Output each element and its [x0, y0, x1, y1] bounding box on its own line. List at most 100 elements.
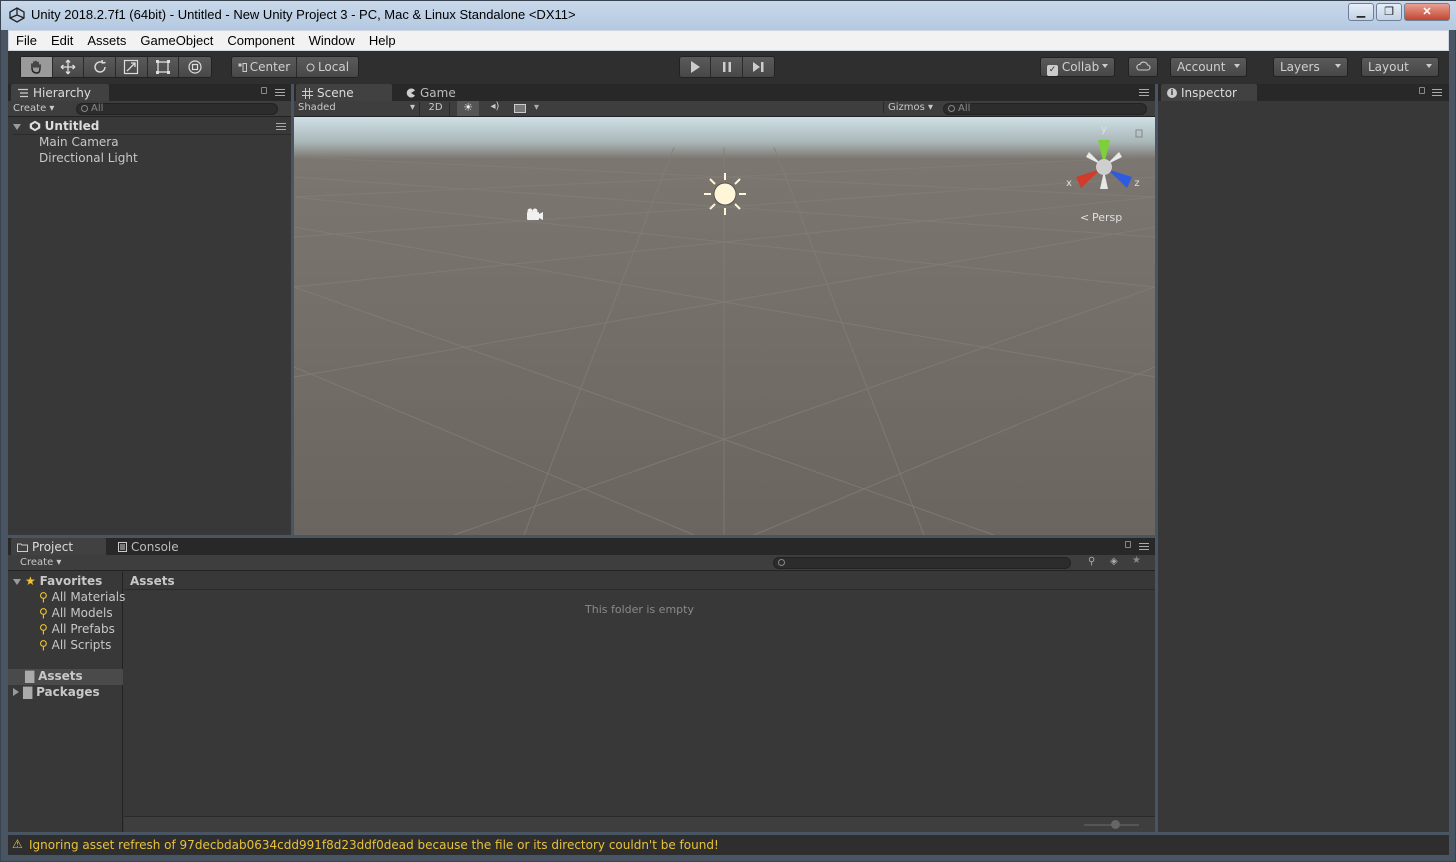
create-dropdown[interactable]: Create ▾	[13, 103, 54, 114]
cloud-button[interactable]	[1128, 57, 1158, 77]
scene-row[interactable]: Untitled	[13, 119, 291, 135]
gizmos-dropdown[interactable]: Gizmos ▾	[883, 102, 933, 113]
directional-light-gizmo-icon[interactable]	[704, 173, 746, 215]
rect-tool-button[interactable]	[148, 57, 180, 77]
scene-search-input[interactable]: All	[943, 103, 1147, 115]
tab-project[interactable]: Project	[11, 538, 106, 555]
transform-tools	[20, 56, 212, 78]
project-create-dropdown[interactable]: Create ▾	[20, 557, 61, 568]
tab-project-label: Project	[32, 540, 74, 554]
scene-viewport[interactable]: y x z < Persp	[294, 117, 1155, 535]
status-bar[interactable]: ⚠ Ignoring asset refresh of 97decbdab063…	[8, 835, 1449, 855]
account-label: Account	[1177, 60, 1226, 74]
panel-menu-icon[interactable]	[1432, 89, 1442, 96]
effects-image-icon[interactable]	[514, 104, 526, 113]
tab-game[interactable]: Game	[400, 84, 470, 101]
menu-edit[interactable]: Edit	[44, 31, 80, 50]
scene-grid-icon	[302, 87, 313, 99]
pivot-center-label: Center	[249, 60, 291, 74]
tab-scene-label: Scene	[317, 86, 354, 100]
favorite-all-prefabs[interactable]: ⚲ All Prefabs	[39, 622, 115, 636]
slider-thumb[interactable]	[1111, 820, 1120, 829]
menu-file[interactable]: File	[9, 31, 44, 50]
favorite-label: All Prefabs	[51, 622, 115, 636]
effects-dropdown-arrow-icon[interactable]: ▾	[534, 102, 539, 113]
filter-by-label-icon[interactable]: ◈	[1110, 556, 1118, 567]
collapse-arrow-icon[interactable]	[13, 688, 19, 696]
star-icon: ★	[25, 574, 36, 588]
folder-label: Packages	[36, 685, 100, 699]
favorite-all-materials[interactable]: ⚲ All Materials	[39, 590, 125, 604]
scale-tool-button[interactable]	[116, 57, 148, 77]
menu-help[interactable]: Help	[362, 31, 403, 50]
dropdown-arrow-icon	[1102, 64, 1108, 68]
favorite-all-models[interactable]: ⚲ All Models	[39, 606, 113, 620]
layout-dropdown[interactable]: Layout	[1361, 57, 1439, 77]
hierarchy-item-directional-light[interactable]: Directional Light	[39, 151, 138, 165]
filter-by-type-icon[interactable]: ⚲	[1088, 556, 1095, 567]
menu-window[interactable]: Window	[302, 31, 362, 50]
expand-arrow-icon[interactable]	[13, 124, 21, 130]
gizmos-label: Gizmos	[888, 102, 925, 113]
folder-label: Assets	[38, 669, 83, 683]
pause-button[interactable]	[711, 57, 743, 77]
close-button[interactable]: ✕	[1404, 3, 1450, 21]
favorite-star-icon[interactable]: ★	[1132, 555, 1141, 566]
hierarchy-search-input[interactable]: All	[76, 103, 278, 115]
pivot-center-icon	[238, 62, 247, 72]
collab-dropdown[interactable]: ✓ Collab	[1040, 57, 1115, 77]
lock-icon[interactable]	[261, 87, 267, 94]
menu-assets[interactable]: Assets	[80, 31, 133, 50]
lock-icon[interactable]	[1419, 87, 1425, 94]
tab-scene[interactable]: Scene	[296, 84, 392, 101]
pivot-local-button[interactable]: Local	[297, 57, 358, 77]
collab-label: Collab	[1061, 60, 1100, 74]
menu-component[interactable]: Component	[220, 31, 301, 50]
pivot-center-button[interactable]: Center	[232, 57, 297, 77]
scene-tabstrip: Scene Game	[294, 84, 1155, 101]
inspector-tabstrip: i Inspector	[1158, 84, 1449, 101]
local-space-icon	[306, 63, 315, 71]
panel-menu-icon[interactable]	[275, 89, 285, 96]
audio-toggle[interactable]: ◂)	[484, 101, 506, 116]
tab-console[interactable]: Console	[112, 538, 192, 555]
rotate-tool-button[interactable]	[84, 57, 117, 77]
hierarchy-item-main-camera[interactable]: Main Camera	[39, 135, 119, 149]
shading-dropdown[interactable]: Shaded ▾	[298, 102, 420, 116]
favorites-row[interactable]: ★ Favorites	[13, 574, 102, 588]
projection-label[interactable]: Persp	[1092, 211, 1122, 224]
toggle-2d-button[interactable]: 2D	[422, 102, 450, 116]
folder-icon: ▇	[23, 685, 33, 699]
scene-menu-icon[interactable]	[276, 123, 286, 130]
favorite-label: All Scripts	[51, 638, 112, 652]
expand-arrow-icon[interactable]	[13, 579, 21, 585]
dropdown-arrow-icon	[1335, 64, 1341, 68]
status-message: Ignoring asset refresh of 97decbdab0634c…	[29, 838, 719, 852]
lighting-toggle[interactable]: ☀	[457, 101, 479, 116]
tab-hierarchy[interactable]: Hierarchy	[11, 84, 109, 101]
folder-assets[interactable]: ▇ Assets	[8, 669, 123, 685]
step-button[interactable]	[743, 57, 774, 77]
project-search-input[interactable]	[773, 557, 1071, 569]
move-tool-button[interactable]	[53, 57, 85, 77]
minimize-button[interactable]: ▁	[1348, 3, 1374, 21]
play-button[interactable]	[680, 57, 712, 77]
hand-icon	[31, 60, 42, 74]
account-dropdown[interactable]: Account	[1170, 57, 1247, 77]
search-icon	[778, 559, 785, 566]
transform-tool-button[interactable]	[179, 57, 211, 77]
breadcrumb-assets[interactable]: Assets	[130, 574, 175, 588]
favorite-all-scripts[interactable]: ⚲ All Scripts	[39, 638, 111, 652]
tab-inspector[interactable]: i Inspector	[1161, 84, 1257, 101]
hand-tool-button[interactable]	[21, 57, 53, 77]
projection-toggle-icon[interactable]: <	[1080, 211, 1089, 224]
lock-icon[interactable]	[1125, 541, 1131, 548]
inspector-panel: i Inspector	[1158, 84, 1449, 832]
layers-dropdown[interactable]: Layers	[1273, 57, 1348, 77]
restore-button[interactable]: ❐	[1376, 3, 1402, 21]
folder-packages[interactable]: ▇ Packages	[13, 685, 100, 699]
panel-menu-icon[interactable]	[1139, 543, 1149, 550]
tab-game-label: Game	[420, 86, 456, 100]
menu-gameobject[interactable]: GameObject	[133, 31, 220, 50]
panel-menu-icon[interactable]	[1139, 89, 1149, 96]
